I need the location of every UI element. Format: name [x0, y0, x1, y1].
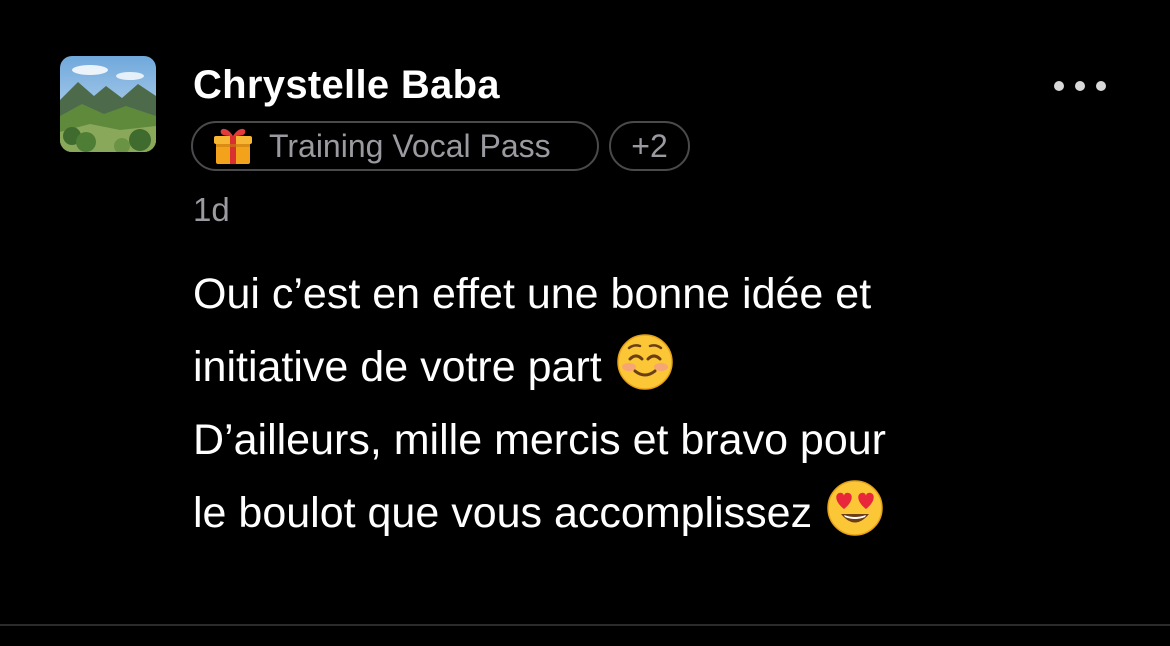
smiling-face-icon — [616, 334, 673, 390]
more-badges-chip[interactable]: +2 — [609, 121, 690, 171]
post-body-line-with-emoji: initiative de votre part — [193, 331, 1093, 404]
more-dot-icon — [1075, 81, 1085, 91]
divider — [0, 624, 1170, 626]
post-body-line-with-emoji: le boulot que vous accomplissez — [193, 477, 1093, 550]
more-options-button[interactable] — [1054, 74, 1106, 98]
post-body-line: D’ailleurs, mille mercis et bravo pour — [193, 416, 886, 464]
avatar[interactable] — [60, 56, 156, 152]
author-name[interactable]: Chrystelle Baba — [193, 62, 500, 108]
post-body-line: Oui c’est en effet une bonne idée et — [193, 270, 872, 318]
post-body-text: le boulot que vous accomplissez — [193, 489, 813, 537]
post-timestamp: 1d — [193, 191, 230, 228]
badge-training-vocal-pass[interactable]: Training Vocal Pass — [191, 121, 599, 171]
badge-row: Training Vocal Pass +2 — [191, 121, 690, 171]
post-body: Oui c’est en effet une bonne idée et ini… — [193, 258, 1093, 550]
gift-icon — [214, 128, 252, 164]
more-dot-icon — [1054, 81, 1064, 91]
post-card: Chrystelle Baba Training Vocal Pass +2 1… — [0, 0, 1170, 646]
post-body-text: initiative de votre part — [193, 343, 602, 391]
more-dot-icon — [1096, 81, 1106, 91]
heart-eyes-face-icon — [827, 480, 883, 536]
badge-label: Training Vocal Pass — [269, 127, 551, 164]
